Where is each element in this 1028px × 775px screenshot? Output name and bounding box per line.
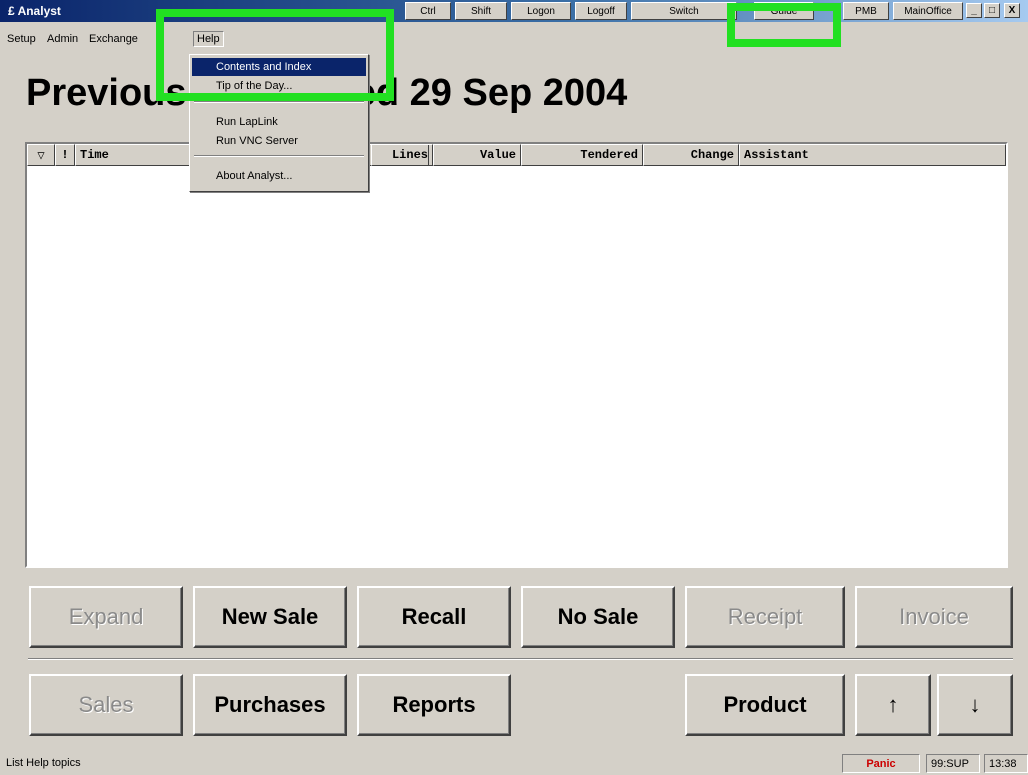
panic-button[interactable]: Panic [842,754,920,773]
menu-bar: Setup Admin Exchange Help [0,30,1028,50]
highlight-help-menu [156,9,394,101]
switch-button[interactable]: Switch [631,2,737,20]
menu-separator [194,155,364,157]
menu-about-analyst[interactable]: About Analyst... [192,167,366,185]
product-button[interactable]: Product [685,674,845,736]
invoice-button[interactable]: Invoice [855,586,1013,648]
grid-header: ▽ ! Time Lines Value Tendered Change Ass… [27,144,1006,166]
receipt-button[interactable]: Receipt [685,586,845,648]
expand-button[interactable]: Expand [29,586,183,648]
sales-grid[interactable]: ▽ ! Time Lines Value Tendered Change Ass… [25,142,1008,568]
filter-icon[interactable]: ▽ [27,144,55,166]
minimize-icon[interactable]: _ [966,3,982,18]
maximize-icon[interactable]: □ [984,3,1000,18]
no-sale-button[interactable]: No Sale [521,586,675,648]
logon-button[interactable]: Logon [511,2,571,20]
pmb-button[interactable]: PMB [843,2,889,20]
arrow-down-icon[interactable]: ↓ [937,674,1013,736]
column-time[interactable]: Time [75,144,195,166]
reports-button[interactable]: Reports [357,674,511,736]
user-indicator: 99:SUP [926,754,980,773]
ctrl-button[interactable]: Ctrl [405,2,451,20]
column-tendered[interactable]: Tendered [521,144,643,166]
menu-run-vnc-server[interactable]: Run VNC Server [192,132,366,150]
column-lines[interactable]: Lines [371,144,433,166]
sales-button[interactable]: Sales [29,674,183,736]
column-change[interactable]: Change [643,144,739,166]
button-row-divider [28,658,1013,660]
column-value[interactable]: Value [433,144,521,166]
clock: 13:38 [984,754,1028,773]
menu-admin[interactable]: Admin [44,32,81,46]
menu-run-laplink[interactable]: Run LapLink [192,113,366,131]
menu-setup[interactable]: Setup [4,32,39,46]
highlight-guide-button [727,3,841,47]
app-title: £ Analyst [8,4,61,18]
close-icon[interactable]: X [1004,3,1020,18]
arrow-up-icon[interactable]: ↑ [855,674,931,736]
status-text: List Help topics [6,757,81,769]
mainoffice-button[interactable]: MainOffice [893,2,963,20]
shift-button[interactable]: Shift [455,2,507,20]
menu-separator [194,101,364,103]
menu-exchange[interactable]: Exchange [86,32,141,46]
new-sale-button[interactable]: New Sale [193,586,347,648]
logoff-button[interactable]: Logoff [575,2,627,20]
column-assistant[interactable]: Assistant [739,144,1006,166]
column-priority[interactable]: ! [55,144,75,166]
recall-button[interactable]: Recall [357,586,511,648]
status-bar: List Help topics Panic 99:SUP 13:38 [0,751,1028,775]
title-bar: £ Analyst Ctrl Shift Logon Logoff Switch… [0,0,1028,22]
purchases-button[interactable]: Purchases [193,674,347,736]
